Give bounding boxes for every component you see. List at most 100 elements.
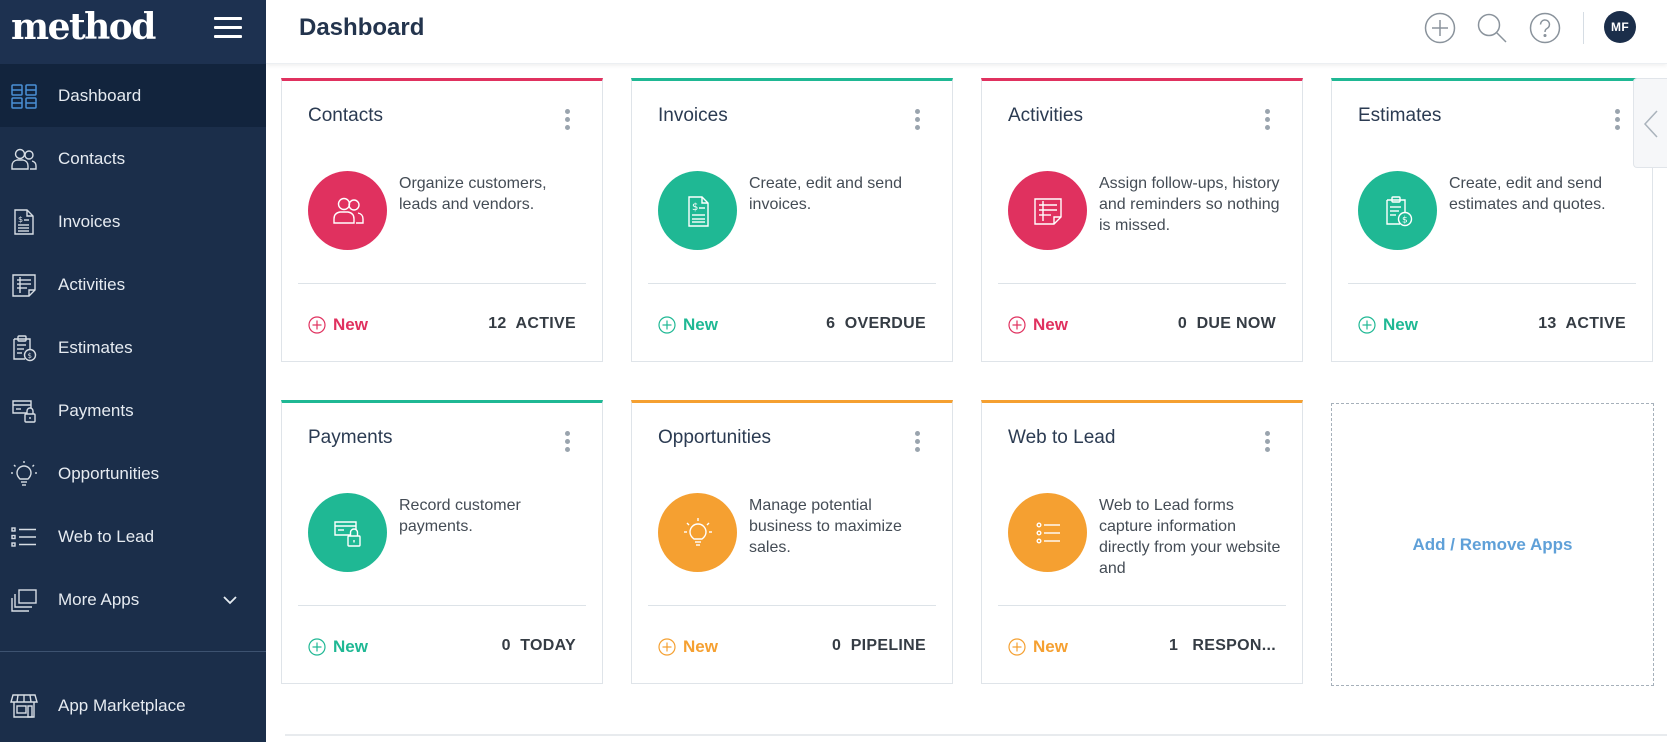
card-new-label: New [1033, 637, 1068, 656]
plus-circle-icon [658, 316, 676, 334]
card-description: Organize customers, leads and vendors. [399, 175, 547, 213]
sidebar-item-contacts[interactable]: Contacts [0, 127, 266, 190]
sidebar-item-label: Estimates [58, 337, 133, 357]
card-new-label: New [1033, 315, 1068, 334]
card-new-label: New [333, 637, 368, 656]
card-icon-circle [658, 493, 737, 572]
contacts-icon [332, 197, 364, 224]
sidebar-item-label: Payments [58, 400, 134, 420]
app-card-payments[interactable]: Payments Record customer payments. New 0… [281, 400, 603, 684]
card-title: Web to Lead [1008, 427, 1116, 448]
card-menu-icon[interactable] [1611, 107, 1623, 131]
card-new-label: New [1383, 315, 1418, 334]
stack-icon [11, 588, 37, 612]
header-divider [1583, 12, 1584, 44]
card-title: Estimates [1358, 105, 1442, 126]
card-description: Create, edit and send invoices. [749, 175, 902, 213]
activities-icon [1033, 197, 1062, 225]
app-card-contacts[interactable]: Contacts Organize customers, leads and v… [281, 78, 603, 362]
add-remove-apps-label: Add / Remove Apps [1412, 534, 1573, 554]
card-divider [298, 605, 586, 606]
card-icon-circle [308, 171, 387, 250]
card-icon-circle: $ [658, 171, 737, 250]
list-icon [1035, 521, 1060, 544]
add-remove-apps-button[interactable]: Add / Remove Apps [1331, 403, 1654, 686]
card-divider [648, 283, 936, 284]
card-stat[interactable]: 0 TODAY [502, 637, 576, 655]
hamburger-menu-icon[interactable] [214, 17, 242, 39]
chevron-left-icon [1643, 110, 1658, 138]
sidebar-item-label: Dashboard [58, 85, 142, 105]
svg-text:$: $ [692, 202, 698, 213]
card-new-button[interactable]: New [1008, 315, 1068, 335]
card-description: Create, edit and send estimates and quot… [1449, 175, 1606, 213]
card-menu-icon[interactable] [561, 429, 573, 453]
app-card-opportunities[interactable]: Opportunities Manage potential business … [631, 400, 953, 684]
card-description: Manage potential business to maximize sa… [749, 497, 902, 556]
card-stat[interactable]: 1 RESPON... [1169, 637, 1276, 655]
sidebar-item-label: Invoices [58, 211, 121, 231]
card-menu-icon[interactable] [1261, 107, 1273, 131]
activities-icon [12, 273, 36, 297]
card-new-button[interactable]: New [658, 315, 718, 335]
card-menu-icon[interactable] [1261, 429, 1273, 453]
sidebar-item-label: App Marketplace [58, 695, 186, 715]
sidebar-item-label: Opportunities [58, 463, 160, 483]
sidebar-item-label: Activities [58, 274, 126, 294]
card-description: Assign follow-ups, history and reminders… [1099, 175, 1280, 234]
sidebar-item-invoices[interactable]: $ Invoices [0, 190, 266, 253]
app-card-web-to-lead[interactable]: Web to Lead Web to Lead forms capture in… [981, 400, 1303, 684]
top-header: Dashboard MF [266, 0, 1667, 64]
card-title: Payments [308, 427, 393, 448]
sidebar-item-app-marketplace[interactable]: App Marketplace [0, 674, 266, 737]
sidebar-item-opportunities[interactable]: Opportunities [0, 442, 266, 505]
card-stat[interactable]: 0 DUE NOW [1178, 315, 1276, 333]
user-avatar[interactable]: MF [1604, 11, 1636, 43]
card-stat[interactable]: 6 OVERDUE [826, 315, 926, 333]
card-menu-icon[interactable] [911, 429, 923, 453]
card-divider [1348, 283, 1636, 284]
estimates-icon: $ [1385, 195, 1412, 226]
card-stat[interactable]: 13 ACTIVE [1538, 315, 1626, 333]
card-new-button[interactable]: New [1008, 637, 1068, 657]
collapse-panel-tab[interactable] [1633, 78, 1667, 168]
card-new-button[interactable]: New [1358, 315, 1418, 335]
sidebar-item-dashboard[interactable]: Dashboard [0, 64, 266, 127]
card-new-button[interactable]: New [658, 637, 718, 657]
payments-icon [333, 520, 361, 547]
card-new-button[interactable]: New [308, 637, 368, 657]
card-new-label: New [333, 315, 368, 334]
chevron-down-icon[interactable] [222, 592, 238, 608]
sidebar-divider [0, 651, 266, 652]
plus-circle-icon [658, 638, 676, 656]
sidebar-item-more-apps[interactable]: More Apps [0, 568, 266, 631]
card-icon-circle: $ [1358, 171, 1437, 250]
contacts-icon [11, 148, 37, 170]
card-stat[interactable]: 0 PIPELINE [832, 637, 926, 655]
sidebar-item-payments[interactable]: Payments [0, 379, 266, 442]
sidebar-item-estimates[interactable]: $ Estimates [0, 316, 266, 379]
card-menu-icon[interactable] [911, 107, 923, 131]
add-icon[interactable] [1424, 12, 1456, 44]
card-title: Opportunities [658, 427, 772, 448]
card-new-label: New [683, 637, 718, 656]
app-card-invoices[interactable]: Invoices $ Create, edit and send invoice… [631, 78, 953, 362]
card-menu-icon[interactable] [561, 107, 573, 131]
list-icon [11, 526, 36, 547]
section-divider [285, 734, 1667, 736]
app-logo[interactable]: method [11, 6, 156, 48]
sidebar-item-web-to-lead[interactable]: Web to Lead [0, 505, 266, 568]
svg-text:$: $ [28, 352, 32, 360]
sidebar-item-activities[interactable]: Activities [0, 253, 266, 316]
search-icon[interactable] [1476, 12, 1508, 44]
app-card-estimates[interactable]: Estimates $ Create, edit and send estima… [1331, 78, 1653, 362]
card-new-button[interactable]: New [308, 315, 368, 335]
app-card-activities[interactable]: Activities Assign follow-ups, history an… [981, 78, 1303, 362]
invoice-icon: $ [687, 195, 709, 227]
card-icon-circle [1008, 493, 1087, 572]
card-divider [998, 605, 1286, 606]
help-icon[interactable] [1529, 12, 1561, 44]
card-divider [648, 605, 936, 606]
card-stat[interactable]: 12 ACTIVE [488, 315, 576, 333]
card-title: Contacts [308, 105, 383, 126]
